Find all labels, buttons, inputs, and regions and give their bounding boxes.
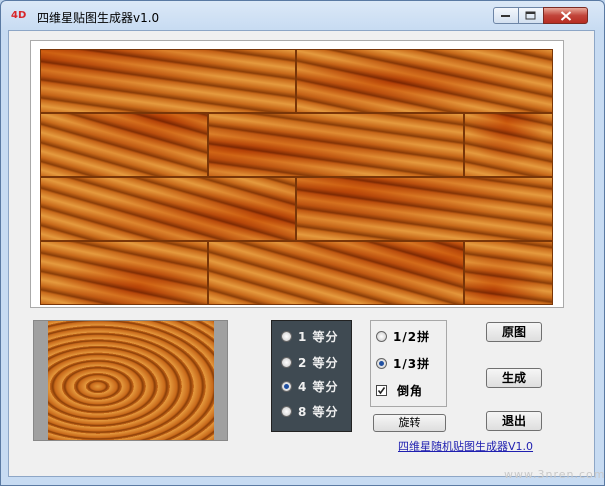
rotate-button[interactable]: 旋转 xyxy=(373,414,446,432)
texture-preview xyxy=(40,49,553,305)
radio-selected-icon xyxy=(281,380,292,392)
wood-plank xyxy=(296,177,553,241)
division-radio-2[interactable]: 2 等分 xyxy=(281,354,339,370)
third-pattern-label: 1/3拼 xyxy=(393,356,431,371)
wood-plank xyxy=(40,113,208,177)
radio-icon xyxy=(376,330,387,342)
division-label-8: 8 等分 xyxy=(298,404,339,419)
radio-selected-icon xyxy=(376,357,387,369)
exit-button[interactable]: 退出 xyxy=(486,411,542,431)
minimize-icon xyxy=(501,14,510,17)
minimize-button[interactable] xyxy=(493,7,519,24)
title-bar[interactable]: 4D 四维星贴图生成器v1.0 xyxy=(1,1,604,31)
source-thumbnail-frame xyxy=(33,320,228,441)
maximize-button[interactable] xyxy=(518,7,544,24)
division-radio-4[interactable]: 4 等分 xyxy=(281,378,339,394)
division-panel: 1 等分 2 等分 4 等分 8 等分 xyxy=(271,320,352,432)
preview-frame xyxy=(30,40,564,308)
bevel-label: 倒角 xyxy=(397,383,424,398)
original-button[interactable]: 原图 xyxy=(486,322,542,342)
close-icon xyxy=(560,10,571,21)
half-pattern-label: 1/2拼 xyxy=(393,329,431,344)
generate-button[interactable]: 生成 xyxy=(486,368,542,388)
wood-plank xyxy=(40,49,296,113)
source-thumbnail[interactable] xyxy=(48,321,214,440)
wood-plank xyxy=(40,241,208,305)
window-title: 四维星贴图生成器v1.0 xyxy=(37,11,160,25)
division-label-1: 1 等分 xyxy=(298,329,339,344)
division-radio-1[interactable]: 1 等分 xyxy=(281,328,339,344)
pattern-options-box: 1/2拼 1/3拼 倒角 xyxy=(370,320,447,407)
third-pattern-radio[interactable]: 1/3拼 xyxy=(376,355,430,371)
watermark-text: www.3nren.com xyxy=(504,468,605,481)
app-logo-icon: 4D xyxy=(11,10,27,21)
about-link[interactable]: 四维星随机贴图生成器V1.0 xyxy=(398,438,533,454)
wood-plank xyxy=(464,241,553,305)
division-label-4: 4 等分 xyxy=(298,379,339,394)
radio-icon xyxy=(281,330,292,342)
radio-icon xyxy=(281,405,292,417)
half-pattern-radio[interactable]: 1/2拼 xyxy=(376,328,430,344)
bevel-checkbox[interactable]: 倒角 xyxy=(376,382,423,398)
checkbox-checked-icon xyxy=(376,384,387,396)
wood-plank xyxy=(208,241,464,305)
radio-icon xyxy=(281,356,292,368)
maximize-icon xyxy=(525,11,536,19)
division-radio-8[interactable]: 8 等分 xyxy=(281,403,339,419)
wood-plank xyxy=(40,177,296,241)
wood-plank xyxy=(296,49,553,113)
wood-plank xyxy=(208,113,464,177)
division-label-2: 2 等分 xyxy=(298,355,339,370)
wood-plank xyxy=(464,113,553,177)
close-button[interactable] xyxy=(543,7,588,24)
